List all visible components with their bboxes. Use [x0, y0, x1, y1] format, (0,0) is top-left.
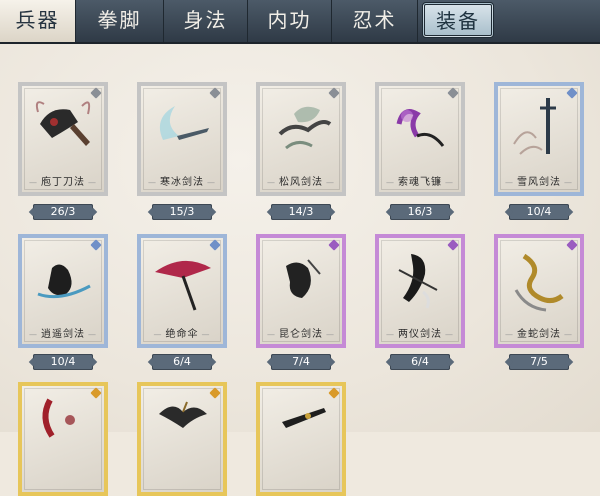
skill-name: 昆仑剑法	[260, 325, 342, 340]
crimson-blade-icon	[42, 398, 75, 438]
skill-level-badge: 6/4	[390, 354, 450, 370]
skill-name: 索魂飞镰	[379, 173, 461, 188]
skill-level-badge: 6/4	[152, 354, 212, 370]
skill-card-swordsman[interactable]: 逍遥剑法	[18, 234, 108, 348]
skill-card-kunlun[interactable]: 昆仑剑法	[256, 234, 346, 348]
skill-card-sickle[interactable]: 索魂飞镰	[375, 82, 465, 196]
skill-grid: 庖丁刀法 26/3 寒冰剑法 15/3 松风剑法 14/3 索魂飞镰 16/3	[0, 44, 600, 496]
skill-name: 金蛇剑法	[498, 325, 580, 340]
skill-card-cleaver[interactable]: 庖丁刀法	[18, 82, 108, 196]
skill-card-crimson-blade[interactable]	[18, 382, 108, 496]
swordsman-icon	[37, 264, 91, 299]
skill-level-badge: 15/3	[152, 204, 212, 220]
skill-level-badge: 10/4	[33, 354, 93, 370]
skill-card-umbrella[interactable]: 绝命伞	[137, 234, 227, 348]
skill-level-badge: 14/3	[271, 204, 331, 220]
tab-bar: 兵器 拳脚 身法 内功 忍术 装备	[0, 0, 600, 44]
skill-name: 雪风剑法	[498, 173, 580, 188]
skill-card-pine-sword[interactable]: 松风剑法	[256, 82, 346, 196]
tab-bar-filler	[494, 0, 600, 42]
skill-level-badge: 10/4	[509, 204, 569, 220]
skill-card-golden-snake[interactable]: 金蛇剑法	[494, 234, 584, 348]
dual-sword-icon	[398, 254, 438, 309]
umbrella-icon	[155, 260, 211, 311]
skill-level-badge: 7/5	[509, 354, 569, 370]
skill-card-dual-sword[interactable]: 两仪剑法	[375, 234, 465, 348]
pine-sword-icon	[278, 106, 332, 150]
skill-name: 寒冰剑法	[141, 173, 223, 188]
skill-card-dragon[interactable]	[137, 382, 227, 496]
dragon-icon	[159, 401, 207, 428]
tab-inner-power[interactable]: 内功	[248, 0, 332, 42]
skill-card-ice-sword[interactable]: 寒冰剑法	[137, 82, 227, 196]
tab-equipment[interactable]: 装备	[422, 2, 494, 38]
black-blade-icon	[282, 408, 326, 428]
sickle-icon	[396, 109, 445, 147]
skill-name: 两仪剑法	[379, 325, 461, 340]
skill-name: 庖丁刀法	[22, 173, 104, 188]
skill-name: 逍遥剑法	[22, 325, 104, 340]
skill-card-black-blade[interactable]	[256, 382, 346, 496]
skill-card-snow-sword[interactable]: 雪风剑法	[494, 82, 584, 196]
tab-weapons[interactable]: 兵器	[0, 0, 76, 42]
tab-fist[interactable]: 拳脚	[76, 0, 164, 42]
tab-ninjutsu[interactable]: 忍术	[332, 0, 418, 42]
skill-level-badge: 7/4	[271, 354, 331, 370]
cleaver-icon	[35, 101, 91, 146]
snow-sword-icon	[513, 98, 556, 155]
skill-name: 绝命伞	[141, 325, 223, 340]
skill-name: 松风剑法	[260, 173, 342, 188]
tab-movement[interactable]: 身法	[164, 0, 248, 42]
golden-snake-sword-icon	[514, 253, 564, 312]
ice-sword-icon	[159, 106, 209, 140]
kunlun-icon	[286, 259, 321, 298]
skill-level-badge: 16/3	[390, 204, 450, 220]
skill-level-badge: 26/3	[33, 204, 93, 220]
